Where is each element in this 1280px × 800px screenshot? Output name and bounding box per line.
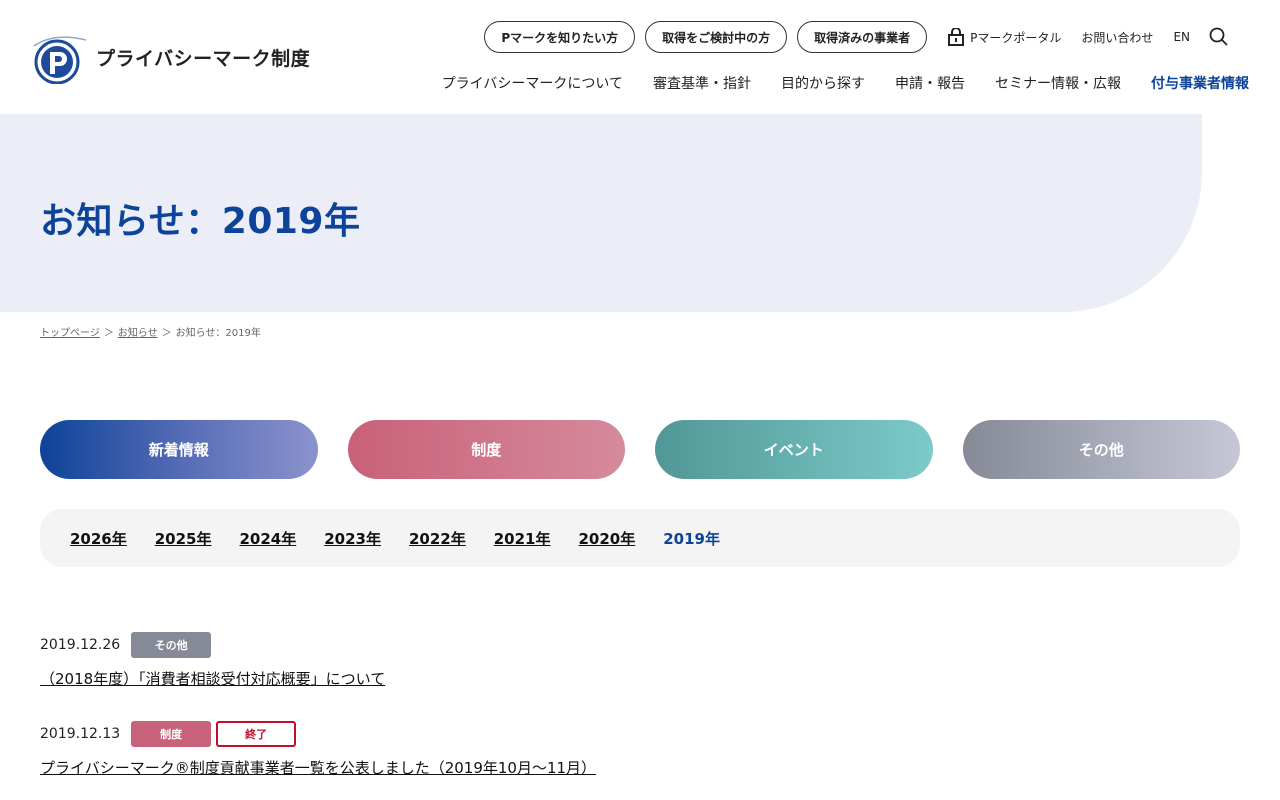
status-badge: 終了 — [216, 721, 297, 747]
nav-seminar[interactable]: セミナー情報・広報 — [995, 73, 1121, 93]
breadcrumb: トップページ ＞ お知らせ ＞ お知らせ：2019年 — [40, 324, 261, 339]
language-en-link[interactable]: EN — [1173, 30, 1190, 44]
nav-purpose[interactable]: 目的から探す — [781, 73, 865, 93]
year-tab-2021[interactable]: 2021年 — [494, 528, 551, 549]
year-tab-2025[interactable]: 2025年 — [155, 528, 212, 549]
list-item: 2019.12.26 その他 （2018年度）「消費者相談受付対応概要」について — [40, 632, 1240, 689]
news-list: 2019.12.26 その他 （2018年度）「消費者相談受付対応概要」について… — [40, 632, 1240, 800]
year-tab-2020[interactable]: 2020年 — [579, 528, 636, 549]
list-item: 2019.12.13 制度 終了 プライバシーマーク®制度貢献事業者一覧を公表し… — [40, 721, 1240, 778]
portal-label: Pマークポータル — [970, 30, 1062, 45]
site-logo[interactable]: プライバシーマーク制度 — [30, 30, 311, 85]
news-date: 2019.12.13 — [40, 726, 121, 742]
category-tag: 制度 — [131, 721, 212, 747]
news-title-link[interactable]: プライバシーマーク®制度貢献事業者一覧を公表しました（2019年10月～11月） — [40, 757, 596, 778]
year-tab-2023[interactable]: 2023年 — [324, 528, 381, 549]
lock-icon — [948, 28, 965, 46]
logo-text: プライバシーマーク制度 — [96, 47, 311, 70]
year-tab-2026[interactable]: 2026年 — [70, 528, 127, 549]
year-tabs: 2026年 2025年 2024年 2023年 2022年 2021年 2020… — [40, 509, 1240, 567]
utility-nav: Pマークを知りたい方 取得をご検討中の方 取得済みの事業者 Pマークポータル お… — [484, 21, 1230, 53]
nav-standards[interactable]: 審査基準・指針 — [653, 73, 751, 93]
breadcrumb-home[interactable]: トップページ — [40, 324, 100, 339]
breadcrumb-separator: ＞ — [103, 328, 114, 339]
for-certified-button[interactable]: 取得済みの事業者 — [797, 21, 928, 53]
main-nav: プライバシーマークについて 審査基準・指針 目的から探す 申請・報告 セミナー情… — [442, 73, 1249, 93]
breadcrumb-current: お知らせ：2019年 — [175, 328, 261, 339]
category-new-button[interactable]: 新着情報 — [40, 420, 318, 479]
nav-certified-companies[interactable]: 付与事業者情報 — [1151, 73, 1249, 93]
breadcrumb-news[interactable]: お知らせ — [118, 324, 158, 339]
year-tab-2022[interactable]: 2022年 — [409, 528, 466, 549]
site-header: プライバシーマーク制度 Pマークを知りたい方 取得をご検討中の方 取得済みの事業… — [0, 0, 1280, 114]
news-meta: 2019.12.13 制度 終了 — [40, 721, 1240, 747]
news-date: 2019.12.26 — [40, 637, 121, 653]
news-title-link[interactable]: （2018年度）「消費者相談受付対応概要」について — [40, 668, 385, 689]
contact-link[interactable]: お問い合わせ — [1081, 29, 1153, 46]
portal-link[interactable]: Pマークポータル — [947, 28, 1061, 46]
year-tab-2024[interactable]: 2024年 — [240, 528, 297, 549]
search-icon[interactable] — [1208, 26, 1230, 48]
breadcrumb-separator: ＞ — [161, 328, 172, 339]
nav-about[interactable]: プライバシーマークについて — [442, 73, 623, 93]
privacy-mark-logo-icon — [30, 30, 88, 85]
page-title: お知らせ：2019年 — [40, 201, 361, 242]
category-tag: その他 — [131, 632, 212, 658]
page-hero: お知らせ：2019年 — [0, 114, 1202, 312]
year-tab-2019[interactable]: 2019年 — [663, 528, 720, 549]
for-learners-button[interactable]: Pマークを知りたい方 — [484, 21, 636, 53]
news-meta: 2019.12.26 その他 — [40, 632, 1240, 658]
category-system-button[interactable]: 制度 — [347, 420, 625, 479]
for-applicants-button[interactable]: 取得をご検討中の方 — [645, 21, 788, 53]
category-other-button[interactable]: その他 — [962, 420, 1240, 479]
category-filter: 新着情報 制度 イベント その他 — [40, 420, 1240, 479]
category-event-button[interactable]: イベント — [655, 420, 933, 479]
nav-application[interactable]: 申請・報告 — [895, 73, 965, 93]
